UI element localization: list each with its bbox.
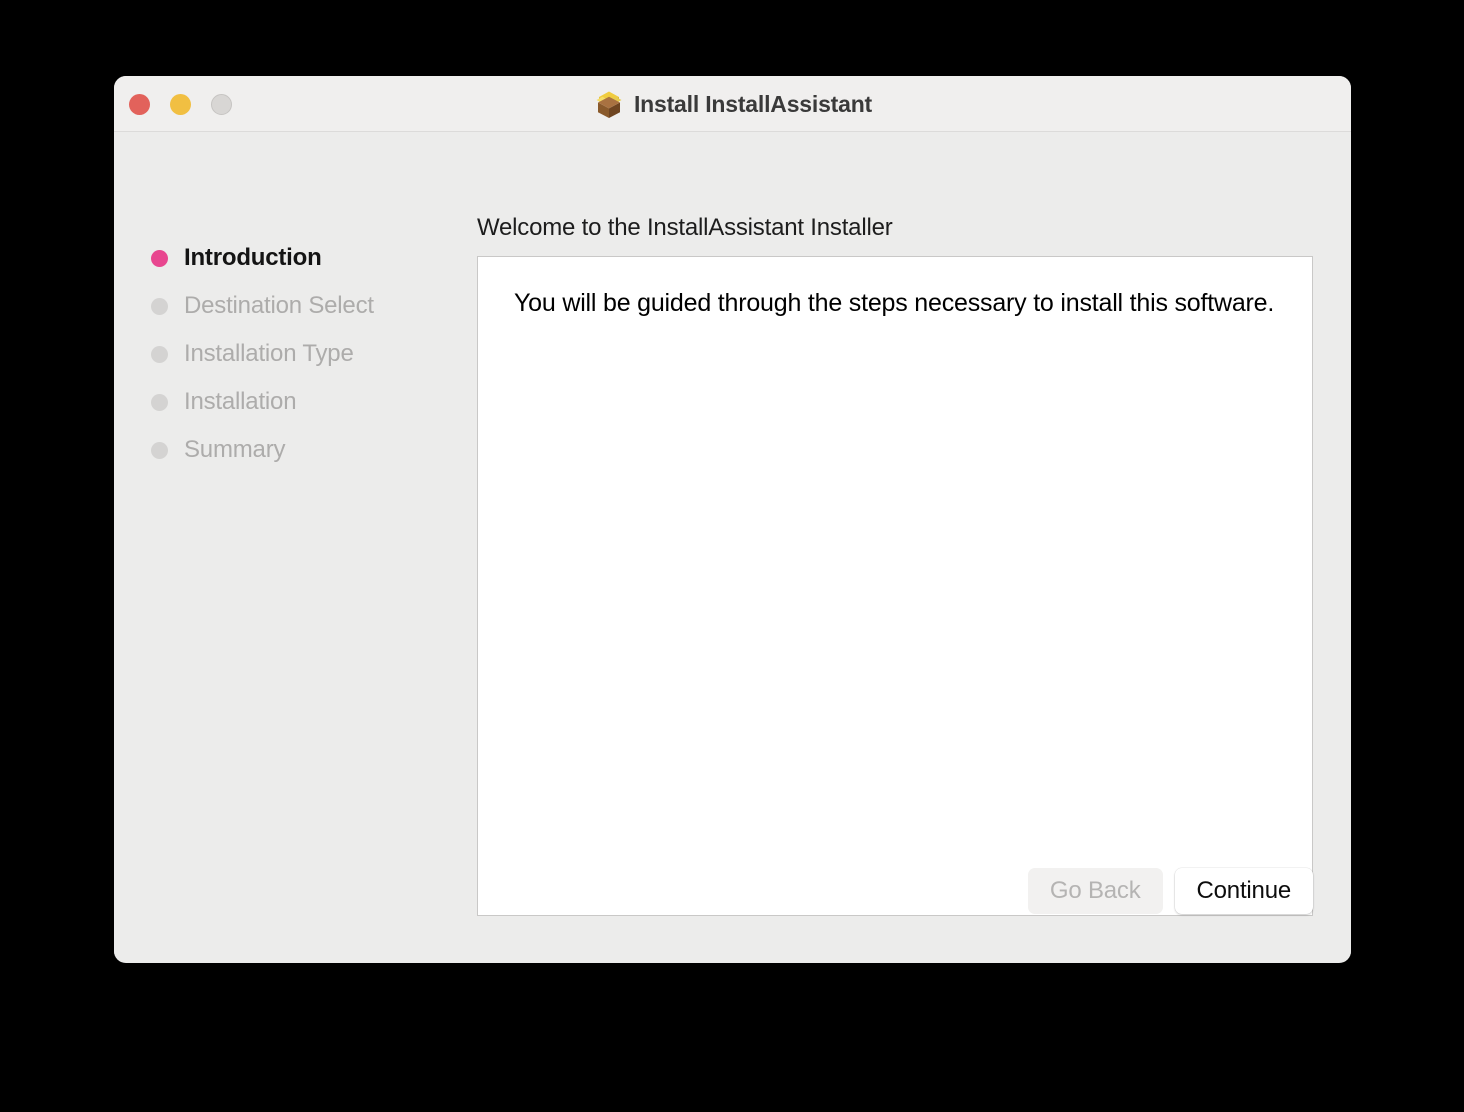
minimize-window-button[interactable] [170, 93, 191, 115]
continue-button[interactable]: Continue [1174, 868, 1313, 914]
desktop-background: Install InstallAssistant Introduction De… [0, 0, 1464, 1112]
main-content: Welcome to the InstallAssistant Installe… [477, 132, 1351, 962]
sidebar-item-installation[interactable]: Installation [114, 378, 477, 426]
window-title-group: Install InstallAssistant [114, 76, 1351, 132]
sidebar-item-label: Summary [184, 436, 286, 463]
content-panel: You will be guided through the steps nec… [477, 256, 1313, 917]
step-dot-icon [151, 441, 168, 459]
page-title: Welcome to the InstallAssistant Installe… [477, 214, 893, 241]
installer-window: Install InstallAssistant Introduction De… [114, 76, 1351, 963]
window-titlebar[interactable]: Install InstallAssistant [114, 76, 1351, 132]
step-dot-icon [151, 393, 168, 411]
sidebar-item-installation-type[interactable]: Installation Type [114, 330, 477, 378]
zoom-window-button[interactable] [211, 93, 232, 115]
sidebar-item-destination-select[interactable]: Destination Select [114, 282, 477, 330]
close-window-button[interactable] [129, 93, 150, 115]
welcome-text: You will be guided through the steps nec… [514, 289, 1275, 318]
sidebar-item-summary[interactable]: Summary [114, 426, 477, 474]
window-controls [129, 76, 232, 132]
go-back-button[interactable]: Go Back [1027, 868, 1163, 914]
sidebar-item-introduction[interactable]: Introduction [114, 234, 477, 282]
sidebar-item-label: Destination Select [184, 292, 374, 319]
sidebar-item-label: Installation [184, 388, 297, 415]
installer-steps-sidebar: Introduction Destination Select Installa… [114, 132, 477, 962]
step-dot-icon [151, 297, 168, 315]
window-body: Introduction Destination Select Installa… [114, 132, 1351, 962]
step-dot-icon [151, 345, 168, 363]
sidebar-item-label: Installation Type [184, 340, 354, 367]
sidebar-item-label: Introduction [184, 244, 322, 271]
footer-buttons: Go Back Continue [1027, 868, 1313, 914]
window-title: Install InstallAssistant [633, 90, 873, 117]
package-box-icon [593, 89, 625, 120]
step-dot-icon [151, 249, 168, 267]
